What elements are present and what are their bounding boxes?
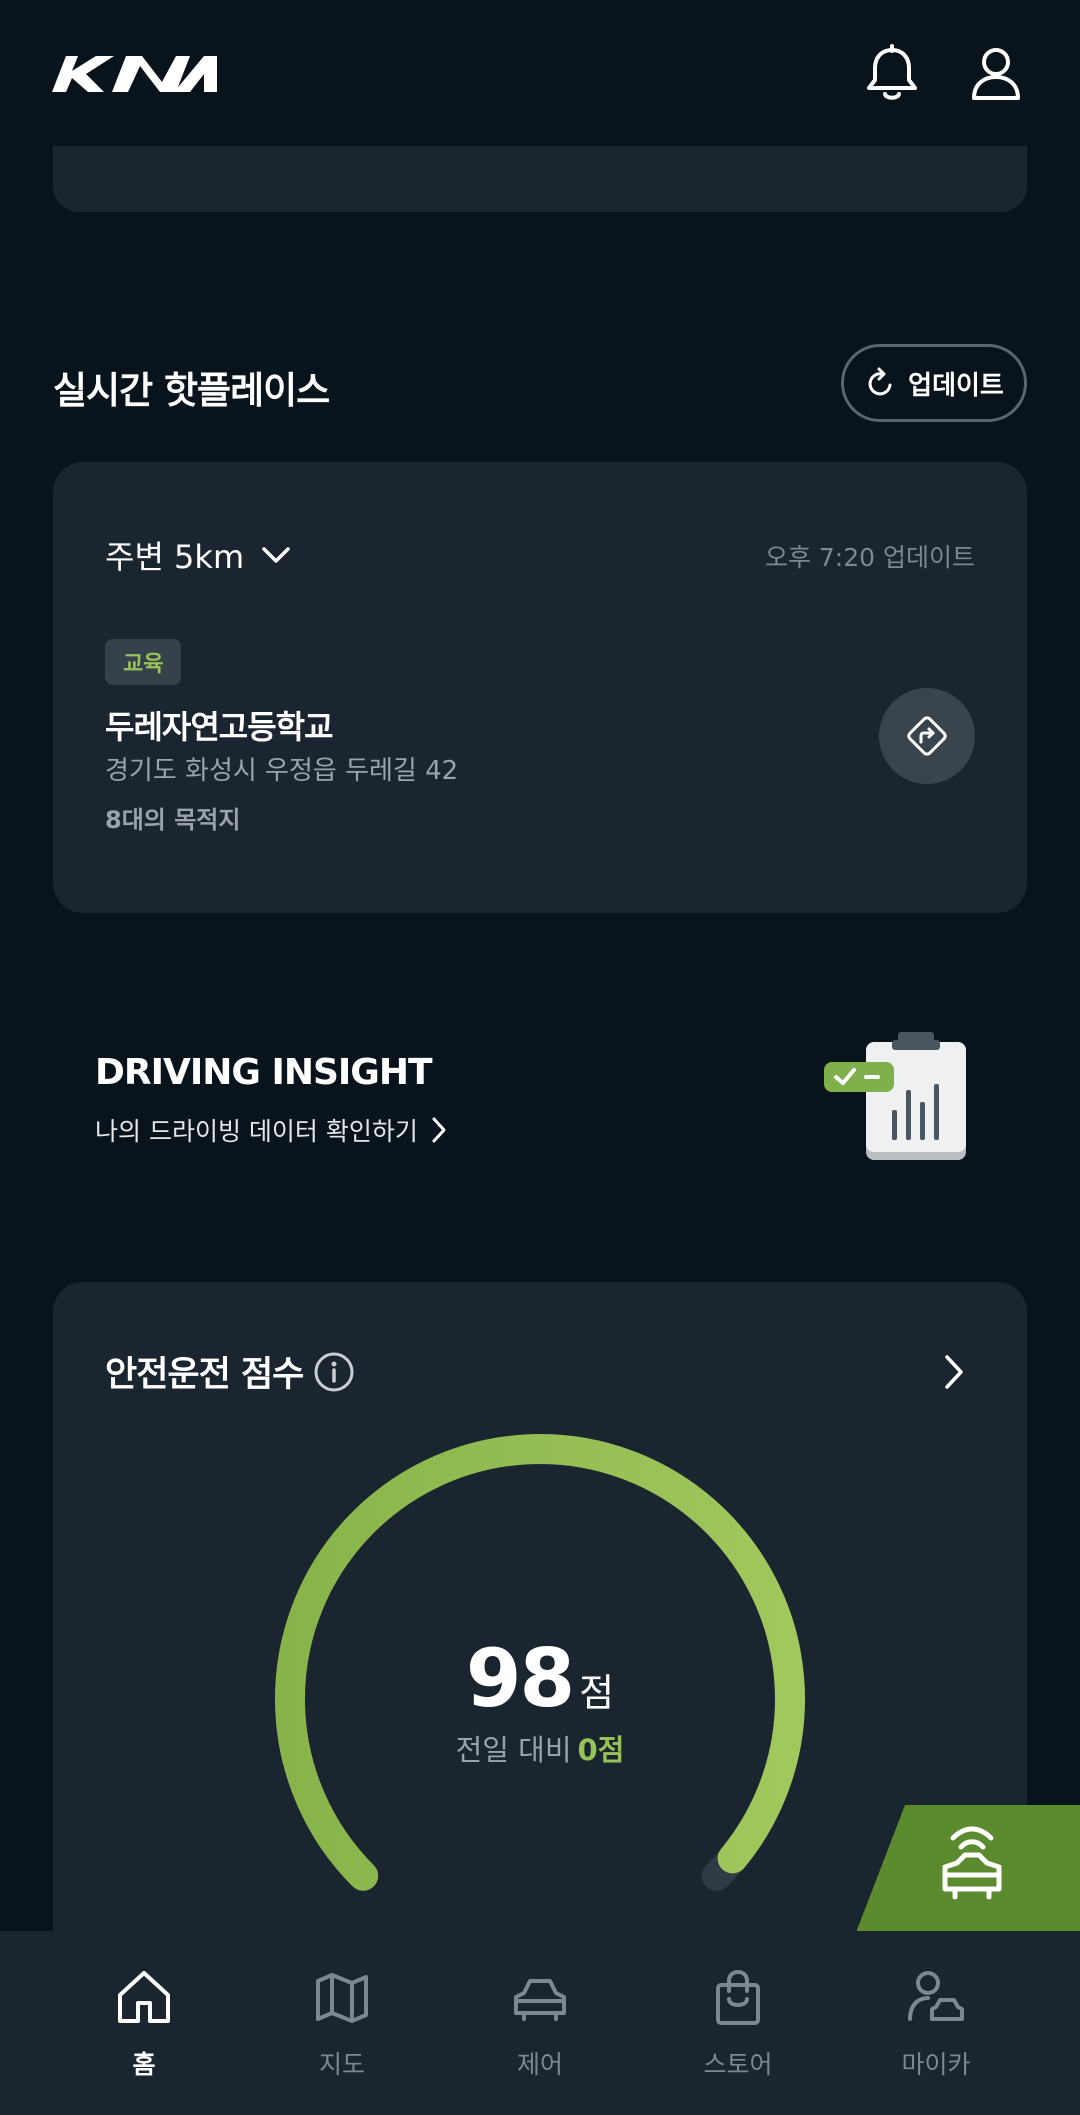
my-car-icon: [908, 1971, 964, 2021]
nav-home[interactable]: 홈: [64, 1931, 224, 2115]
score-unit: 점: [579, 1671, 615, 1715]
chevron-right-icon: [432, 1117, 446, 1143]
app-header: [0, 0, 1080, 146]
bottom-nav: 홈 지도 제어 스토어 마이카: [0, 1931, 1080, 2115]
insight-link[interactable]: 나의 드라이빙 데이터 확인하기: [95, 1112, 450, 1148]
compare-value: 0점: [577, 1733, 625, 1767]
shopping-bag-icon: [716, 1969, 760, 2025]
update-button[interactable]: 업데이트: [841, 344, 1027, 422]
home-screen: 실시간 핫플레이스 업데이트 주변 5km 오후 7:20 업데이트 교육 두레…: [0, 0, 1080, 2115]
map-icon: [316, 1973, 368, 2023]
nav-store[interactable]: 스토어: [658, 1931, 818, 2115]
safety-score-title: 안전운전 점수: [105, 1355, 304, 1395]
radius-dropdown[interactable]: 주변 5km: [105, 532, 292, 578]
nav-mycar-label: 마이카: [901, 2050, 971, 2079]
insight-link-label: 나의 드라이빙 데이터 확인하기: [95, 1117, 418, 1146]
compare-label: 전일 대비: [455, 1733, 572, 1767]
chevron-down-icon: [262, 547, 290, 563]
nav-home-label: 홈: [132, 2050, 156, 2079]
car-icon: [514, 1979, 566, 2021]
clipboard-chart-icon: [824, 1032, 966, 1160]
nav-control-label: 제어: [516, 2050, 563, 2079]
route-button[interactable]: [879, 688, 975, 784]
nav-map[interactable]: 지도: [262, 1931, 422, 2115]
safety-score-header: 안전운전 점수: [105, 1346, 355, 1397]
nav-map-label: 지도: [318, 2050, 365, 2079]
radius-label: 주변 5km: [105, 538, 245, 576]
chevron-right-icon[interactable]: [941, 1352, 969, 1392]
user-icon[interactable]: [966, 44, 1026, 104]
home-icon: [118, 1971, 170, 2023]
score-value: 98 점: [53, 1632, 1027, 1725]
bell-icon[interactable]: [862, 44, 922, 104]
score-number: 98: [465, 1632, 575, 1725]
category-tag: 교육: [105, 639, 182, 685]
destination-count: 8대의 목적지: [105, 806, 241, 834]
nav-control[interactable]: 제어: [460, 1931, 620, 2115]
refresh-icon: [868, 367, 892, 396]
updated-time: 오후 7:20 업데이트: [764, 543, 975, 572]
insight-title: DRIVING INSIGHT: [95, 1052, 433, 1093]
update-button-label: 업데이트: [908, 370, 1004, 401]
place-name: 두레자연고등학교: [105, 708, 334, 746]
kia-logo: [52, 56, 217, 92]
directions-icon: [907, 716, 947, 756]
info-icon[interactable]: [313, 1351, 355, 1393]
nav-store-label: 스토어: [703, 2050, 773, 2079]
nav-mycar[interactable]: 마이카: [856, 1931, 1016, 2115]
place-address: 경기도 화성시 우정읍 두레길 42: [105, 756, 459, 786]
hot-place-title: 실시간 핫플레이스: [53, 369, 330, 412]
car-connect-button[interactable]: [855, 1805, 1080, 1935]
score-compare: 전일 대비 0점: [53, 1727, 1027, 1769]
hot-place-card[interactable]: 주변 5km 오후 7:20 업데이트 교육 두레자연고등학교 경기도 화성시 …: [53, 462, 1027, 913]
